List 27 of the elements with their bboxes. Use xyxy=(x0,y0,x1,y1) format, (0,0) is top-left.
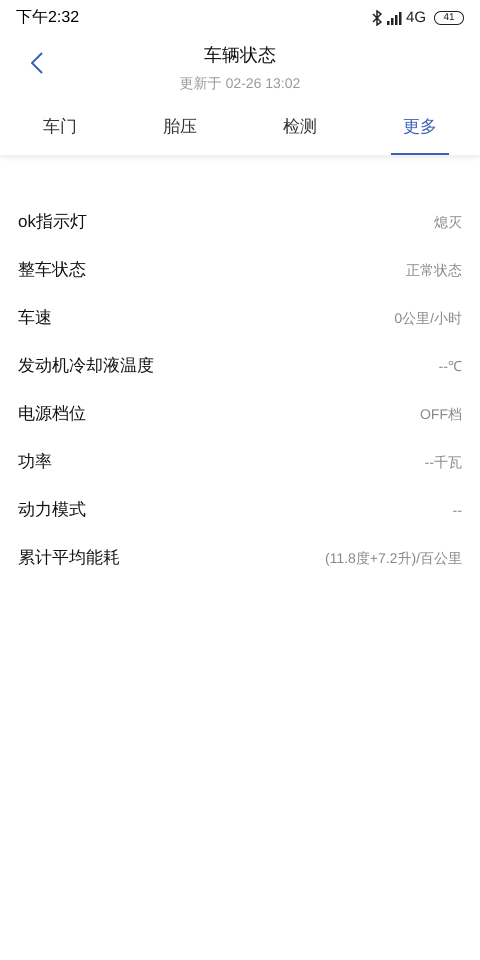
row-value: -- xyxy=(452,500,462,520)
tab[interactable]: 车门 xyxy=(31,100,89,155)
row-label: 累计平均能耗 xyxy=(18,547,120,570)
row-label: 电源档位 xyxy=(18,403,86,426)
tab[interactable]: 更多 xyxy=(391,100,449,155)
network-type: 4G xyxy=(406,8,426,28)
row-label: 动力模式 xyxy=(18,499,86,522)
row-label: 车速 xyxy=(18,307,52,330)
row-value: --℃ xyxy=(438,356,462,376)
row-value: OFF档 xyxy=(420,404,462,424)
update-time: 更新于 02-26 13:02 xyxy=(180,74,300,93)
row-value: 熄灭 xyxy=(434,212,462,232)
battery-icon: 41 xyxy=(434,11,464,25)
row-label: 功率 xyxy=(18,451,52,474)
row-value: 正常状态 xyxy=(406,260,462,280)
row-value: 0公里/小时 xyxy=(394,308,462,328)
row-label: ok指示灯 xyxy=(18,211,87,234)
row-label: 发动机冷却液温度 xyxy=(18,355,154,378)
signal-icon xyxy=(386,10,402,26)
row-value: (11.8度+7.2升)/百公里 xyxy=(324,548,462,568)
page-title: 车辆状态 xyxy=(204,44,276,67)
row-label: 整车状态 xyxy=(18,259,86,282)
row-value: --千瓦 xyxy=(424,452,462,472)
status-time: 下午2:32 xyxy=(16,8,80,28)
bluetooth-icon xyxy=(372,10,382,26)
tab[interactable]: 检测 xyxy=(271,100,329,155)
tab[interactable]: 胎压 xyxy=(151,100,209,155)
